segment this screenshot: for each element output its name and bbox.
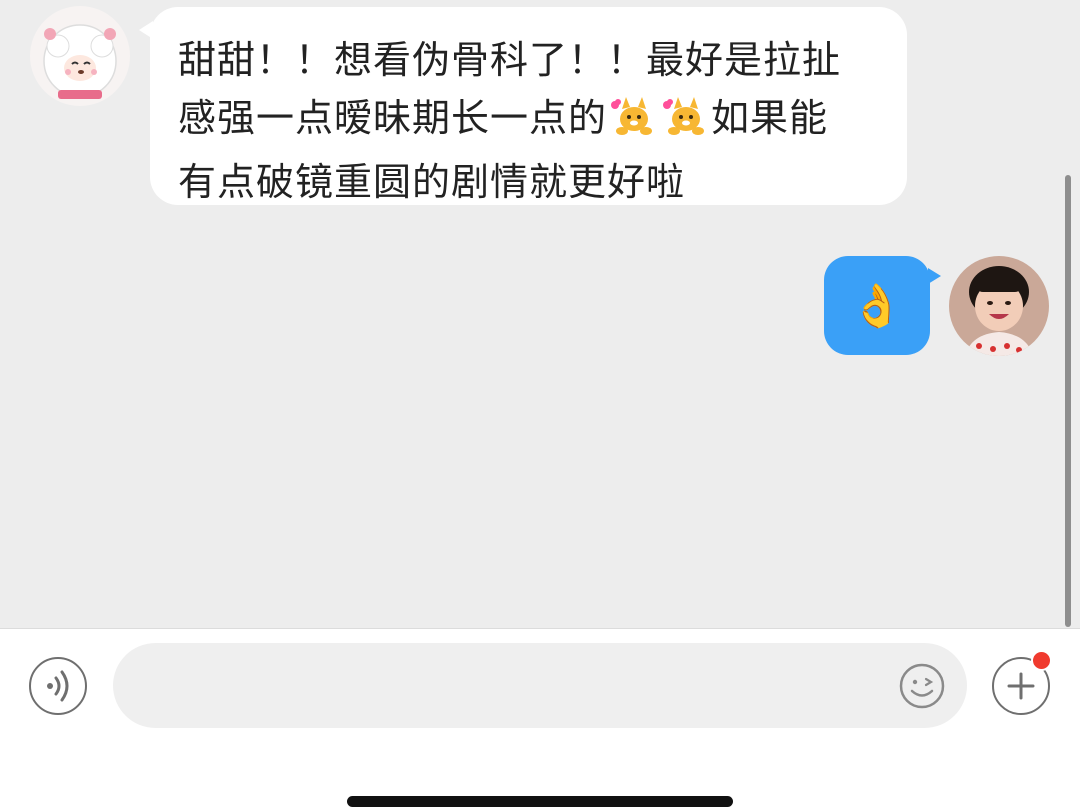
user-avatar[interactable] bbox=[949, 256, 1049, 356]
chat-message-area: 甜甜！！想看伪骨科了！！最好是拉扯 感强一点暧昧期长一点的 如果能 有点破镜重圆的… bbox=[0, 0, 1080, 628]
message-text: 感强一点暧昧期长一点的 bbox=[178, 96, 608, 140]
message-input[interactable] bbox=[113, 643, 967, 728]
dancing-dog-sticker-icon bbox=[608, 93, 658, 153]
message-text: 有点破镜重圆的剧情就更好啦 bbox=[178, 160, 686, 204]
message-text: 如果能 bbox=[711, 96, 829, 140]
home-indicator[interactable] bbox=[347, 796, 733, 807]
voice-icon bbox=[47, 670, 69, 702]
emoji-icon bbox=[899, 663, 945, 709]
ok-hand-emoji: 👌 bbox=[850, 280, 904, 330]
emoji-button[interactable] bbox=[897, 661, 947, 711]
message-line: 感强一点暧昧期长一点的 如果能 bbox=[178, 89, 887, 153]
received-message-bubble[interactable]: 甜甜！！想看伪骨科了！！最好是拉扯 感强一点暧昧期长一点的 如果能 有点破镜重圆的… bbox=[139, 7, 907, 205]
message-line: 甜甜！！想看伪骨科了！！最好是拉扯 bbox=[178, 31, 887, 89]
contact-avatar[interactable] bbox=[30, 6, 130, 106]
dancing-dog-sticker-icon bbox=[660, 93, 710, 153]
voice-button[interactable] bbox=[29, 657, 87, 715]
sent-message-bubble[interactable]: 👌 bbox=[824, 256, 941, 355]
notification-dot bbox=[1031, 650, 1052, 671]
input-bar bbox=[0, 628, 1080, 811]
message-text: 甜甜！！想看伪骨科了！！最好是拉扯 bbox=[178, 38, 842, 82]
message-line: 有点破镜重圆的剧情就更好啦 bbox=[178, 153, 887, 211]
scrollbar[interactable] bbox=[1065, 175, 1071, 627]
